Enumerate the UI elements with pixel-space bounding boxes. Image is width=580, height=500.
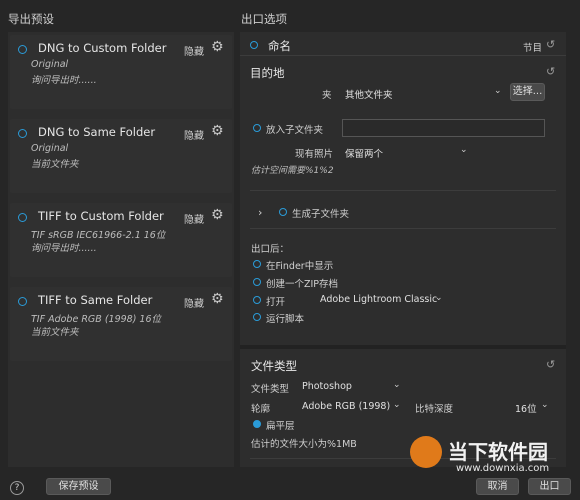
run-script-option[interactable]: 运行脚本 (266, 311, 304, 325)
save-preset-button[interactable]: 保存预设 (46, 478, 111, 495)
choose-folder-button[interactable]: 选择... (510, 83, 545, 101)
preset-hide-link[interactable]: 隐藏 (184, 127, 204, 142)
chevron-down-icon[interactable]: ⌄ (494, 86, 502, 96)
gear-icon[interactable]: ⚙ (211, 292, 224, 306)
file-type-title: 文件类型 (251, 359, 297, 373)
subfolder-input[interactable] (342, 119, 545, 137)
gear-icon[interactable]: ⚙ (211, 40, 224, 54)
section-gap (240, 345, 566, 349)
folder-label: 夹 (322, 90, 332, 101)
chevron-down-icon[interactable]: ⌄ (460, 145, 468, 155)
options-header: 出口选项 (241, 12, 287, 26)
show-in-finder-option[interactable]: 在Finder中显示 (266, 258, 333, 272)
destination-title: 目的地 (250, 66, 285, 80)
preset-name: DNG to Same Folder (38, 125, 156, 139)
naming-preset-label: 节目 (523, 43, 543, 54)
after-export-radio[interactable] (253, 296, 261, 304)
file-type-label: 文件类型 (251, 384, 290, 395)
naming-radio[interactable] (250, 41, 258, 49)
chevron-down-icon[interactable]: ⌄ (393, 400, 401, 410)
existing-photos-select[interactable]: 保留两个 (345, 146, 383, 160)
export-button[interactable]: 出口 (528, 478, 571, 495)
preset-item[interactable]: DNG to Same Folder 隐藏 ⚙ Original 当前文件夹 (10, 119, 232, 193)
naming-title: 命名 (268, 39, 291, 53)
preset-item[interactable]: DNG to Custom Folder 隐藏 ⚙ Original 询问导出时… (10, 35, 232, 109)
watermark-name: 当下软件园 (448, 440, 548, 464)
cancel-button[interactable]: 取消 (476, 478, 519, 495)
flatten-checkbox[interactable] (253, 420, 261, 428)
file-type-select[interactable]: Photoshop (302, 381, 352, 392)
preset-hide-link[interactable]: 隐藏 (184, 211, 204, 226)
profile-label: 轮廓 (251, 404, 271, 415)
preset-item[interactable]: TIFF to Same Folder 隐藏 ⚙ TIF Adobe RGB (… (10, 287, 232, 361)
gen-subfolder-radio[interactable] (279, 208, 287, 216)
space-estimate: 估计空间需要%1%2 (251, 166, 334, 176)
gen-subfolder-label: 生成子文件夹 (292, 209, 350, 220)
reset-icon[interactable]: ↺ (546, 38, 555, 51)
preset-name: TIFF to Same Folder (38, 293, 153, 307)
open-option[interactable]: 打开 (266, 294, 285, 308)
preset-location: 当前文件夹 (31, 159, 79, 170)
flatten-label: 扁平层 (266, 421, 295, 432)
preset-format: TIF sRGB IEC61966-2.1 16位 (31, 230, 166, 241)
gear-icon[interactable]: ⚙ (211, 208, 224, 222)
preset-radio[interactable] (18, 45, 27, 54)
watermark-url: www.downxia.com (456, 463, 550, 474)
after-export-radio[interactable] (253, 278, 261, 286)
reset-icon[interactable]: ↺ (546, 358, 555, 371)
preset-location: 询问导出时...... (31, 243, 97, 254)
subfolder-label: 放入子文件夹 (266, 125, 324, 136)
presets-header: 导出预设 (8, 12, 54, 26)
preset-format: Original (31, 59, 69, 70)
preset-radio[interactable] (18, 129, 27, 138)
reset-icon[interactable]: ↺ (546, 65, 555, 78)
divider (240, 55, 566, 56)
folder-select[interactable]: 其他文件夹 (345, 87, 393, 101)
preset-location: 当前文件夹 (31, 327, 79, 338)
divider (250, 228, 556, 229)
preset-radio[interactable] (18, 297, 27, 306)
preset-item[interactable]: TIFF to Custom Folder 隐藏 ⚙ TIF sRGB IEC6… (10, 203, 232, 277)
file-size-estimate: 估计的文件大小为%1MB (251, 439, 357, 450)
help-icon[interactable]: ? (10, 481, 24, 495)
chevron-down-icon[interactable]: ⌄ (541, 400, 549, 410)
preset-name: TIFF to Custom Folder (38, 209, 164, 223)
preset-name: DNG to Custom Folder (38, 41, 167, 55)
open-app-select[interactable]: Adobe Lightroom Classic (320, 294, 437, 305)
preset-format: Original (31, 143, 69, 154)
after-export-radio[interactable] (253, 313, 261, 321)
preset-location: 询问导出时...... (31, 75, 97, 86)
preset-radio[interactable] (18, 213, 27, 222)
bit-depth-select[interactable]: 16位 (515, 401, 537, 415)
after-export-title: 出口后： (251, 244, 290, 255)
watermark-logo (410, 436, 442, 468)
after-export-radio[interactable] (253, 260, 261, 268)
create-zip-option[interactable]: 创建一个ZIP存档 (266, 276, 338, 290)
chevron-down-icon[interactable]: ⌄ (435, 293, 443, 303)
existing-photos-label: 现有照片 (295, 149, 334, 160)
preset-hide-link[interactable]: 隐藏 (184, 43, 204, 58)
preset-format: TIF Adobe RGB (1998) 16位 (31, 314, 162, 325)
chevron-right-icon[interactable]: › (258, 206, 262, 219)
gear-icon[interactable]: ⚙ (211, 124, 224, 138)
divider (250, 190, 556, 191)
chevron-down-icon[interactable]: ⌄ (393, 380, 401, 390)
subfolder-radio[interactable] (253, 124, 261, 132)
preset-hide-link[interactable]: 隐藏 (184, 295, 204, 310)
bit-depth-label: 比特深度 (415, 404, 454, 415)
profile-select[interactable]: Adobe RGB (1998) (302, 401, 390, 412)
